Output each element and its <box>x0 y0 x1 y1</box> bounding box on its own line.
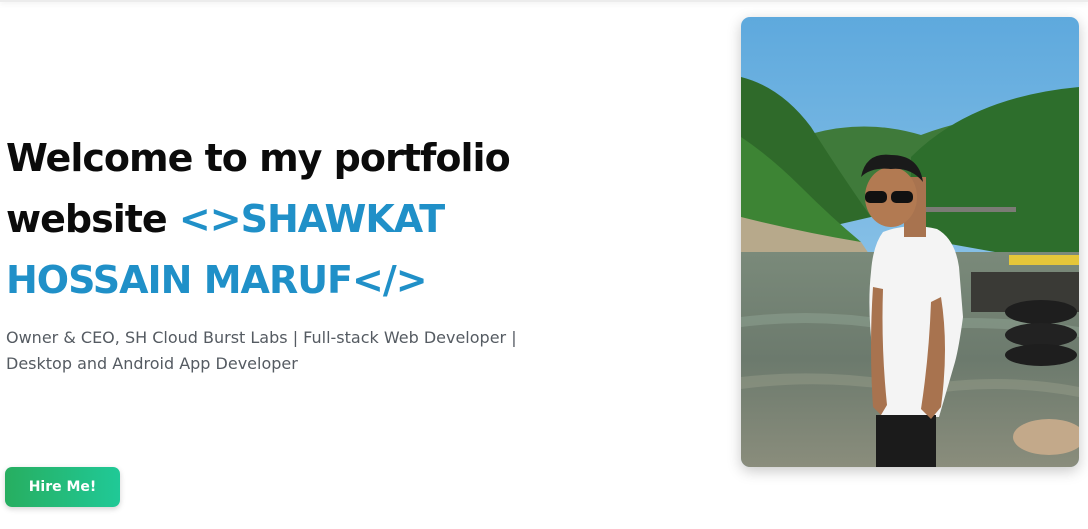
header-shadow-bar <box>0 0 1088 2</box>
hero-text-section: Welcome to my portfolio website <>SHAWKA… <box>6 128 566 377</box>
hero-subtitle: Owner & CEO, SH Cloud Burst Labs | Full-… <box>6 328 517 373</box>
hero-headline: Welcome to my portfolio website <>SHAWKA… <box>6 128 566 311</box>
profile-photo <box>741 17 1079 467</box>
hire-me-button[interactable]: Hire Me! <box>5 467 120 507</box>
profile-photo-illustration <box>741 17 1079 467</box>
